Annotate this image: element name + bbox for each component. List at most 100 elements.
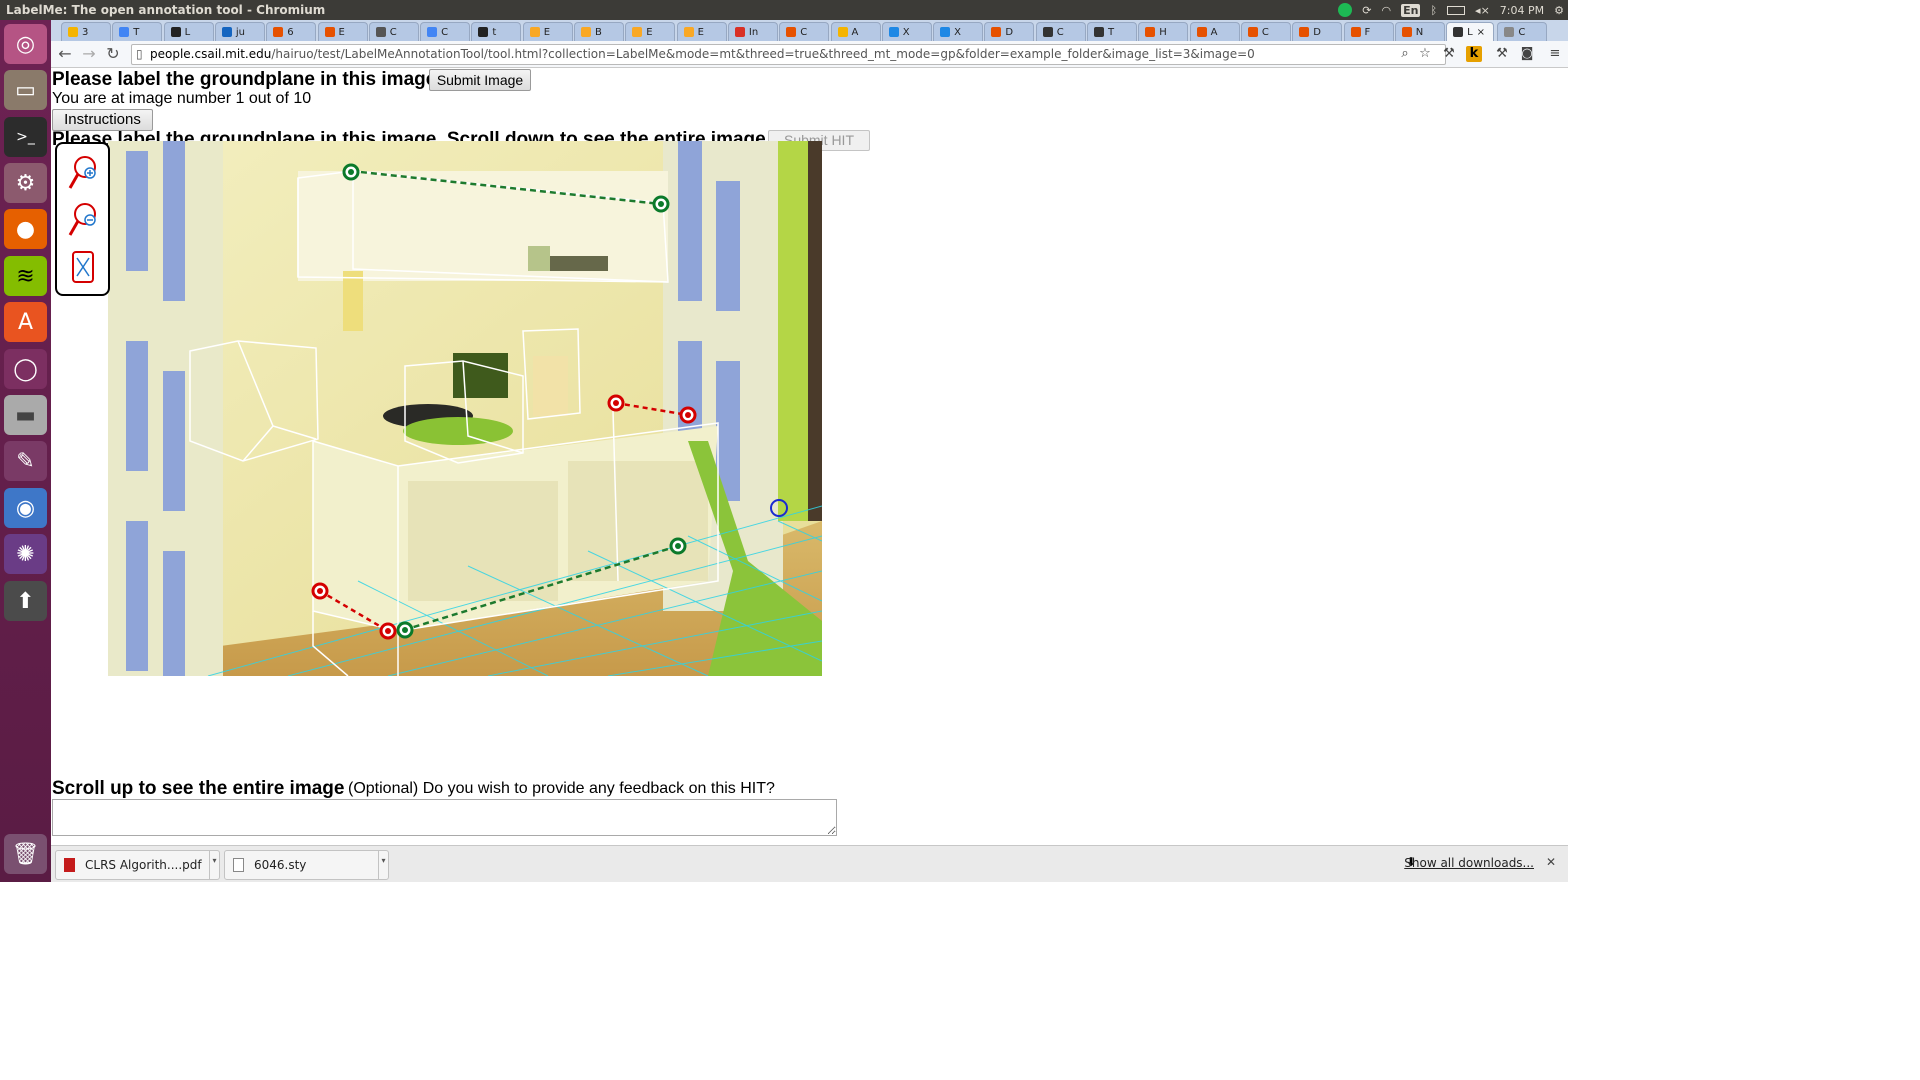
download-item[interactable]: 6046.sty ▾	[224, 850, 389, 880]
tab-label: t	[492, 26, 497, 38]
extension-tool-icon[interactable]: ⚒	[1441, 46, 1457, 62]
panel-indicators: ⟳ ◠ En ᛒ ◂× 7:04 PM ⚙	[1338, 0, 1564, 20]
browser-tab[interactable]: B	[574, 22, 624, 41]
tab-close-icon[interactable]: ×	[1477, 27, 1485, 38]
submit-image-button[interactable]: Submit Image	[429, 69, 531, 91]
chrome-menu-icon[interactable]: ≡	[1547, 46, 1563, 62]
download-item[interactable]: CLRS Algorith....pdf ▾	[55, 850, 220, 880]
browser-tab[interactable]: T	[112, 22, 163, 41]
image-progress-text: You are at image number 1 out of 10	[52, 90, 312, 107]
bluetooth-icon[interactable]: ᛒ	[1430, 4, 1437, 17]
browser-tab[interactable]: C	[420, 22, 471, 41]
tab-label: T	[1108, 26, 1115, 38]
download-options-chevron-icon[interactable]: ▾	[209, 851, 219, 879]
clock[interactable]: 7:04 PM	[1500, 4, 1544, 17]
keyboard-layout-indicator[interactable]: En	[1401, 3, 1421, 17]
tab-label: L	[1467, 26, 1473, 38]
zoom-in-icon[interactable]	[67, 154, 99, 194]
tab-label: C	[441, 26, 449, 38]
browser-tab[interactable]: X	[881, 22, 932, 41]
system-settings-icon[interactable]: ⚙	[4, 163, 47, 203]
drive-icon[interactable]: ▬	[4, 395, 47, 435]
browser-tab[interactable]: A	[830, 22, 881, 41]
browser-tab[interactable]: C	[1497, 22, 1548, 41]
wifi-icon[interactable]: ◠	[1381, 4, 1391, 17]
control-point[interactable]	[669, 537, 687, 555]
browser-tab[interactable]: 3	[61, 22, 111, 41]
browser-tab[interactable]: H	[1138, 22, 1189, 41]
downloads-bar: CLRS Algorith....pdf ▾ 6046.sty ▾ ⬇ Show…	[51, 845, 1568, 882]
browser-tab[interactable]: N	[1394, 22, 1445, 41]
control-point[interactable]	[379, 622, 397, 640]
extension-hammer-icon[interactable]: ⚒	[1494, 46, 1510, 62]
fit-image-icon[interactable]	[67, 248, 99, 288]
window-title: LabelMe: The open annotation tool - Chro…	[6, 3, 326, 17]
bookmark-star-icon[interactable]: ☆	[1417, 46, 1433, 62]
address-bar[interactable]: ▯ people.csail.mit.edu/hairuo/test/Label…	[131, 44, 1446, 65]
control-point[interactable]	[607, 394, 625, 412]
unity-lens-icon[interactable]: ◯	[4, 349, 47, 389]
shotwell-icon[interactable]: ✺	[4, 534, 47, 574]
chromium-icon[interactable]: ◉	[4, 488, 47, 528]
browser-tab[interactable]: E	[522, 22, 573, 41]
back-button[interactable]: ←	[55, 44, 75, 64]
browser-tab[interactable]: C	[1035, 22, 1086, 41]
control-point[interactable]	[396, 621, 414, 639]
trash-icon[interactable]: 🗑	[4, 834, 47, 874]
spotify-indicator-icon[interactable]	[1338, 3, 1353, 17]
control-point[interactable]	[311, 582, 329, 600]
browser-tab[interactable]: C	[368, 22, 419, 41]
browser-tab[interactable]: X	[933, 22, 984, 41]
forward-button[interactable]: →	[79, 44, 99, 64]
settings-gear-icon[interactable]: ⚙	[1554, 4, 1564, 17]
pdf-file-icon	[64, 858, 75, 872]
spotify-icon[interactable]: ≋	[4, 256, 47, 296]
browser-tab[interactable]: E	[625, 22, 676, 41]
sync-icon[interactable]: ⟳	[1362, 4, 1371, 17]
zoom-out-icon[interactable]	[67, 201, 99, 241]
volume-icon[interactable]: ◂×	[1475, 4, 1490, 17]
browser-tab[interactable]: D	[1292, 22, 1343, 41]
firefox-icon[interactable]: ●	[4, 209, 47, 249]
browser-tab[interactable]: T	[1087, 22, 1137, 41]
kitchen-scene-image[interactable]	[108, 141, 822, 676]
extension-k-icon[interactable]: k	[1466, 46, 1482, 62]
texmaker-icon[interactable]: ✎	[4, 441, 47, 481]
control-point[interactable]	[652, 195, 670, 213]
browser-tab[interactable]: 6	[266, 22, 317, 41]
browser-tab[interactable]: A	[1189, 22, 1240, 41]
download-options-chevron-icon[interactable]: ▾	[378, 851, 388, 879]
feedback-textarea[interactable]	[52, 799, 837, 836]
control-point[interactable]	[679, 406, 697, 424]
close-downloads-bar-icon[interactable]: ✕	[1546, 855, 1556, 869]
browser-tab[interactable]: F	[1343, 22, 1394, 41]
browser-tab[interactable]: E	[317, 22, 368, 41]
reload-button[interactable]: ↻	[103, 44, 123, 64]
terminal-icon[interactable]: >_	[4, 117, 47, 157]
show-all-downloads-link[interactable]: Show all downloads...	[1404, 856, 1534, 870]
ubuntu-dash-icon[interactable]: ◎	[4, 24, 47, 64]
software-updater-icon[interactable]: ⬆	[4, 581, 47, 621]
browser-tab[interactable]: D	[984, 22, 1035, 41]
browser-tab[interactable]: t	[471, 22, 522, 41]
browser-tab[interactable]: ju	[214, 22, 265, 41]
browser-tab[interactable]: C	[1240, 22, 1291, 41]
annotation-image-canvas[interactable]	[108, 141, 822, 676]
files-icon[interactable]: ▭	[4, 70, 47, 110]
browser-tab[interactable]: In	[727, 22, 778, 41]
browser-tab[interactable]: C	[779, 22, 830, 41]
instructions-button[interactable]: Instructions	[52, 109, 153, 131]
battery-icon[interactable]	[1447, 5, 1466, 15]
tab-favicon-icon	[1196, 27, 1207, 37]
pocket-icon[interactable]: ◙	[1519, 46, 1535, 62]
software-center-icon[interactable]: A	[4, 302, 47, 342]
tab-favicon-icon	[1145, 27, 1156, 37]
tab-favicon-icon	[940, 27, 951, 37]
browser-tab-active[interactable]: L ×	[1446, 22, 1495, 41]
tab-favicon-icon	[991, 27, 1002, 37]
zoom-magnifier-icon[interactable]: ⌕	[1397, 46, 1413, 62]
browser-tab[interactable]: E	[676, 22, 727, 41]
tab-label: B	[595, 26, 602, 38]
control-point[interactable]	[342, 163, 360, 181]
browser-tab[interactable]: L	[163, 22, 214, 41]
